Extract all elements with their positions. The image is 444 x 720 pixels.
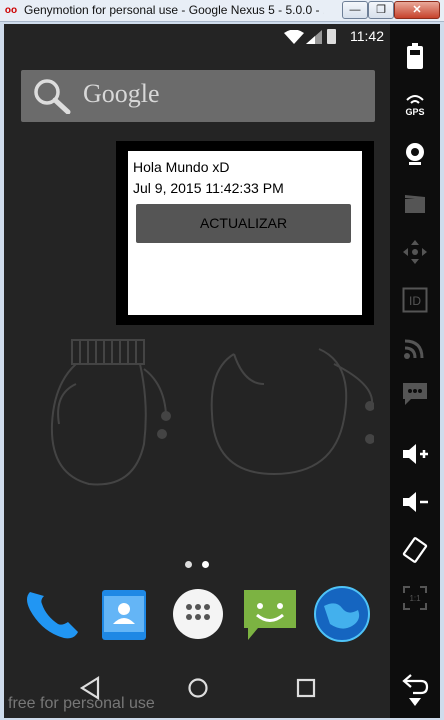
widget-content: Hola Mundo xD Jul 9, 2015 11:42:33 PM AC… <box>128 151 362 315</box>
recents-icon[interactable] <box>294 676 318 700</box>
app-widget: Hola Mundo xD Jul 9, 2015 11:42:33 PM AC… <box>116 141 374 325</box>
close-button[interactable]: ✕ <box>394 1 440 19</box>
camera-icon[interactable] <box>390 134 440 174</box>
pixel-perfect-icon[interactable]: 1:1 <box>390 578 440 618</box>
home-icon[interactable] <box>186 676 210 700</box>
maximize-button[interactable]: ❐ <box>368 1 394 19</box>
gps-label: GPS <box>405 107 424 117</box>
page-dot-active <box>202 561 209 568</box>
battery-widget-icon[interactable] <box>390 36 440 76</box>
window-titlebar: oo Genymotion for personal use - Google … <box>0 0 444 22</box>
page-dot <box>185 561 192 568</box>
watermark-text: free for personal use <box>8 695 155 712</box>
volume-up-icon[interactable] <box>390 434 440 474</box>
zoom-label: 1:1 <box>409 594 421 603</box>
app-dock <box>4 584 390 654</box>
dpad-icon[interactable] <box>390 232 440 272</box>
widget-greeting: Hola Mundo xD <box>133 159 230 175</box>
app-drawer-icon[interactable] <box>168 584 228 644</box>
expand-toolbar-icon[interactable] <box>390 692 440 712</box>
wifi-icon <box>284 30 304 44</box>
device-screen[interactable]: 11:42 Google Hola Mundo xD Jul 9, 2015 1… <box>4 24 390 718</box>
battery-icon <box>327 29 336 44</box>
browser-icon[interactable] <box>312 584 372 644</box>
emulator-toolbar: GPS ID 1:1 <box>390 24 440 718</box>
device-id-icon[interactable]: ID <box>390 280 440 320</box>
video-capture-icon[interactable] <box>390 184 440 224</box>
cast-icon[interactable] <box>390 328 440 368</box>
signal-icon <box>306 30 322 44</box>
genymotion-logo-icon: oo <box>4 5 18 16</box>
wallpaper-mittens-illustration <box>50 339 374 486</box>
window-title: Genymotion for personal use - Google Nex… <box>24 3 324 17</box>
status-bar: 11:42 <box>4 24 390 48</box>
rotate-icon[interactable] <box>390 530 440 570</box>
volume-down-icon[interactable] <box>390 482 440 522</box>
phone-icon[interactable] <box>20 584 80 644</box>
gps-icon[interactable]: GPS <box>390 84 440 124</box>
minimize-button[interactable]: — <box>342 1 368 19</box>
sms-icon[interactable] <box>390 374 440 414</box>
contacts-icon[interactable] <box>94 584 154 644</box>
status-time: 11:42 <box>350 28 384 44</box>
google-search-bar[interactable]: Google <box>21 70 375 122</box>
update-button[interactable]: ACTUALIZAR <box>136 204 351 243</box>
device-id-label: ID <box>409 294 421 308</box>
widget-timestamp: Jul 9, 2015 11:42:33 PM <box>133 180 284 196</box>
messaging-icon[interactable] <box>240 584 300 644</box>
search-placeholder: Google <box>83 79 160 108</box>
search-icon <box>34 79 71 114</box>
